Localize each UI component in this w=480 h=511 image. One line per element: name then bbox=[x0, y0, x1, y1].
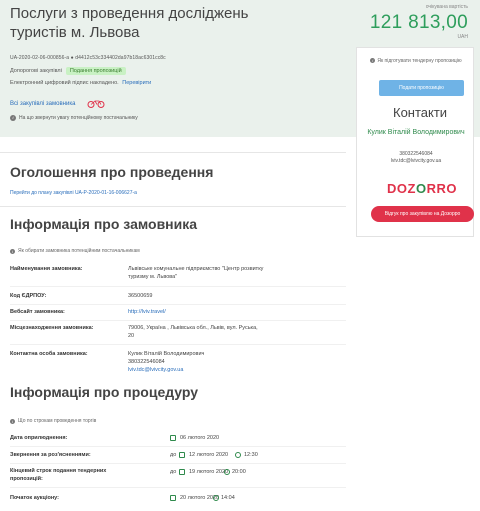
auction-start-label: Початок аукціону: bbox=[10, 495, 59, 501]
clock-icon bbox=[224, 469, 230, 475]
contact-person-name: Кулик Віталій Володимирович bbox=[128, 351, 205, 357]
value-label: очікувана вартість bbox=[425, 4, 468, 10]
row-separator bbox=[10, 463, 346, 464]
row-separator bbox=[10, 487, 346, 488]
logo-part-2: Z bbox=[407, 181, 416, 196]
row-separator bbox=[10, 304, 346, 305]
divider bbox=[0, 206, 346, 207]
info-icon: i bbox=[10, 418, 15, 424]
dozorro-logo: DOZORRO bbox=[387, 181, 457, 196]
page-title: Послуги з проведення досліджень туристів… bbox=[10, 5, 249, 41]
row-separator bbox=[10, 320, 346, 321]
clock-icon bbox=[213, 495, 219, 501]
info-icon: i bbox=[10, 115, 16, 121]
auction-start-time: 14:04 bbox=[221, 495, 235, 501]
row-separator bbox=[10, 286, 346, 287]
deadline-date: 19 лютого 2020 bbox=[189, 469, 229, 475]
row-separator bbox=[10, 446, 346, 447]
bike-icon[interactable] bbox=[87, 99, 105, 108]
value-currency: UAH bbox=[457, 34, 468, 40]
calendar-icon bbox=[179, 469, 185, 475]
clarifications-time: 12:30 bbox=[244, 452, 258, 458]
buyer-section-title: Інформація про замовника bbox=[10, 216, 198, 232]
contact-person-phone: 380322546084 bbox=[128, 359, 165, 365]
value-amount: 121 813,00 bbox=[369, 12, 468, 33]
publish-date-label: Дата оприлюднення: bbox=[10, 435, 68, 441]
contacts-title: Контакти bbox=[393, 105, 448, 120]
contact-email[interactable]: lviv.tdc@lvivcity.gov.ua bbox=[357, 158, 475, 164]
contact-name: Кулик Віталій Володимирович bbox=[367, 129, 465, 136]
calendar-icon bbox=[179, 452, 185, 458]
buyer-notice[interactable]: i Як обирати замовника потенційним поста… bbox=[10, 248, 140, 254]
help-question[interactable]: i Як підготувати тендерну пропозицію bbox=[365, 58, 467, 65]
contact-person-label: Контактна особа замовника: bbox=[10, 351, 88, 357]
logo-part-4: RRO bbox=[426, 181, 457, 196]
dozorro-review-button[interactable]: Відгук про закупівлю на Дозорро bbox=[371, 206, 474, 222]
logo-part-3: O bbox=[415, 181, 427, 196]
help-question-text: Як підготувати тендерну пропозицію bbox=[377, 58, 462, 64]
announcement-title: Оголошення про проведення bbox=[10, 164, 214, 180]
buyer-name-label: Найменування замовника: bbox=[10, 266, 83, 272]
buyer-name-value: Львівське комунальне підприємство "Центр… bbox=[128, 266, 264, 280]
sidebar-card: i Як підготувати тендерну пропозицію Пода… bbox=[356, 47, 474, 237]
status-badge: Подання пропозицій bbox=[65, 67, 126, 75]
supplier-notice-row[interactable]: i На що звернути увагу потенційному пост… bbox=[10, 115, 138, 121]
procedure-notice-text: Що по строкам проведення торгів bbox=[18, 418, 97, 424]
divider bbox=[0, 152, 346, 153]
submit-proposal-button[interactable]: Подати пропозицію bbox=[379, 80, 464, 96]
procedure-row: Допорогові закупівлі Подання пропозицій bbox=[10, 67, 126, 75]
website-label: Вебсайт замовника: bbox=[10, 309, 65, 315]
contact-person-email[interactable]: lviv.tdc@lvivcity.gov.ua bbox=[128, 366, 183, 374]
procedure-section-title: Інформація про процедуру bbox=[10, 384, 199, 400]
all-purchases-link[interactable]: Всі закупівлі замовника bbox=[10, 101, 75, 107]
edrpou-label: Код ЄДРПОУ: bbox=[10, 293, 47, 299]
clarifications-date: 12 лютого 2020 bbox=[189, 452, 229, 458]
deadline-label: Кінцевий строк подання тендерних пропози… bbox=[10, 468, 107, 482]
location-value: 79006, Україна , Львівська обл., Львів, … bbox=[128, 325, 258, 339]
row-separator bbox=[10, 344, 346, 345]
buyer-notice-text: Як обирати замовника потенційним постача… bbox=[18, 248, 140, 254]
location-label: Місцезнаходження замовника: bbox=[10, 325, 94, 331]
calendar-icon bbox=[170, 435, 176, 441]
clarifications-prefix: до bbox=[170, 452, 177, 458]
deadline-time: 20:00 bbox=[232, 469, 246, 475]
edrpou-value: 36500659 bbox=[128, 293, 153, 299]
tender-id: UA-2020-02-06-000856-a ● d4412c53c334402… bbox=[10, 55, 166, 61]
procedure-type: Допорогові закупівлі bbox=[10, 68, 62, 74]
logo-part-1: DO bbox=[387, 181, 408, 196]
verify-signature-link[interactable]: Перевірити bbox=[122, 80, 151, 86]
contact-phone: 380322546084 bbox=[399, 151, 433, 157]
clock-icon bbox=[235, 452, 241, 458]
supplier-notice-text: На що звернути увагу потенційному постач… bbox=[19, 115, 138, 121]
procedure-notice[interactable]: i Що по строкам проведення торгів bbox=[10, 418, 96, 424]
signature-row: Електронний цифровий підпис накладено. П… bbox=[10, 80, 151, 86]
calendar-icon bbox=[170, 495, 176, 501]
info-icon: i bbox=[370, 58, 376, 64]
info-icon: i bbox=[10, 248, 15, 254]
signature-text: Електронний цифровий підпис накладено. bbox=[10, 80, 119, 86]
plan-link[interactable]: Перейти до плану закупівлі UA-P-2020-01-… bbox=[10, 190, 137, 196]
clarifications-label: Звернення за роз'ясненнями: bbox=[10, 452, 91, 458]
publish-date: 06 лютого 2020 bbox=[180, 435, 220, 441]
deadline-prefix: до bbox=[170, 469, 177, 475]
website-link[interactable]: http://lviv.travel/ bbox=[128, 308, 166, 316]
all-purchases-row: Всі закупівлі замовника bbox=[10, 99, 105, 108]
